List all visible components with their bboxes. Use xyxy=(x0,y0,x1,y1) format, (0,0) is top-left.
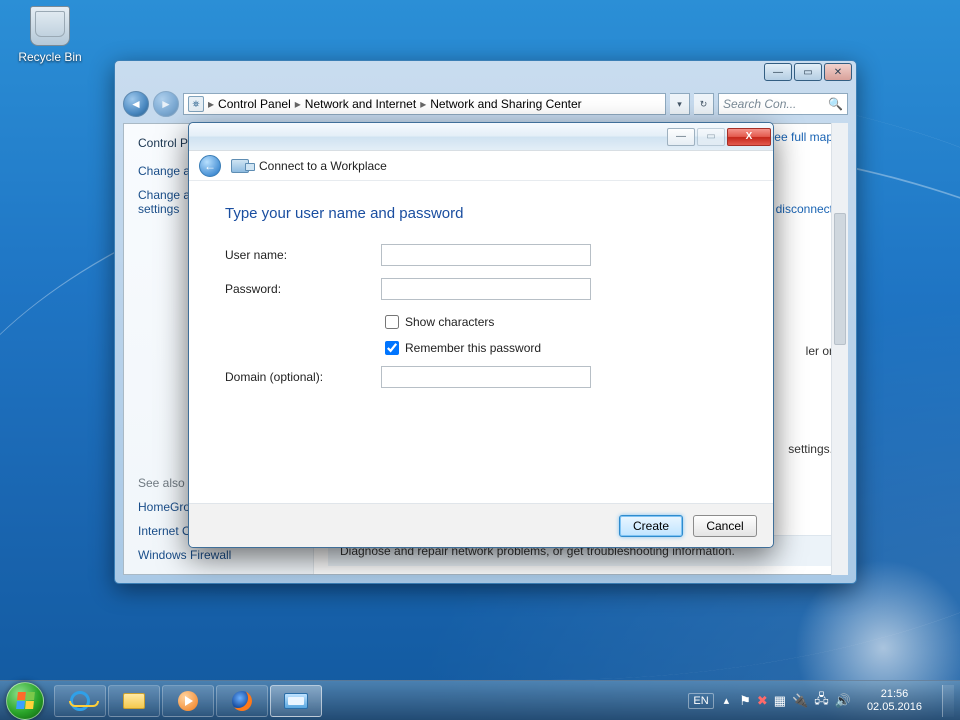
show-characters-checkbox[interactable]: Show characters xyxy=(381,312,737,332)
minimize-button[interactable]: — xyxy=(764,63,792,81)
remember-password-label: Remember this password xyxy=(405,341,541,355)
nav-forward-button[interactable]: ► xyxy=(153,91,179,117)
full-map-link[interactable]: See full map xyxy=(766,130,833,144)
firefox-icon xyxy=(232,691,252,711)
location-icon: ⛯ xyxy=(188,96,204,112)
remember-password-checkbox[interactable]: Remember this password xyxy=(381,338,737,358)
clock[interactable]: 21:56 02.05.2016 xyxy=(861,688,928,714)
search-icon: 🔍 xyxy=(828,97,843,111)
domain-label: Domain (optional): xyxy=(225,370,381,384)
taskbar-media-player[interactable] xyxy=(162,685,214,717)
search-input[interactable]: Search Con... 🔍 xyxy=(718,93,848,115)
power-icon[interactable]: 🔌 xyxy=(792,693,808,709)
desktop: Recycle Bin — ▭ ✕ ◄ ► ⛯ ▸ Control Panel … xyxy=(0,0,960,720)
settings-text: settings. xyxy=(788,442,833,456)
media-player-icon xyxy=(178,691,198,711)
address-bar[interactable]: ⛯ ▸ Control Panel ▸ Network and Internet… xyxy=(183,93,666,115)
clock-time: 21:56 xyxy=(867,688,922,701)
password-input[interactable] xyxy=(381,278,591,300)
create-button[interactable]: Create xyxy=(619,515,683,537)
breadcrumb[interactable]: Network and Sharing Center xyxy=(430,97,581,111)
breadcrumb[interactable]: Network and Internet xyxy=(305,97,416,111)
folder-icon xyxy=(123,693,145,709)
password-label: Password: xyxy=(225,282,381,296)
scrollbar[interactable] xyxy=(831,123,848,575)
show-desktop-button[interactable] xyxy=(942,685,954,717)
show-characters-input[interactable] xyxy=(385,315,399,329)
network-tray-icon[interactable]: 🖧 xyxy=(814,690,829,712)
taskbar-firefox[interactable] xyxy=(216,685,268,717)
recycle-bin[interactable]: Recycle Bin xyxy=(15,6,85,64)
address-dropdown[interactable]: ▾ xyxy=(670,93,690,115)
router-text: ler or xyxy=(806,344,833,358)
remember-password-input[interactable] xyxy=(385,341,399,355)
windows-logo-icon xyxy=(16,692,35,709)
dialog-heading: Type your user name and password xyxy=(225,205,737,222)
close-button[interactable]: ✕ xyxy=(824,63,852,81)
dialog-close-button[interactable]: X xyxy=(727,128,771,146)
update-icon[interactable]: ▦ xyxy=(774,693,786,709)
domain-input[interactable] xyxy=(381,366,591,388)
workplace-icon xyxy=(231,159,249,173)
recycle-bin-label: Recycle Bin xyxy=(15,50,85,64)
language-indicator[interactable]: EN xyxy=(688,693,713,709)
window-titlebar[interactable]: — ▭ ✕ xyxy=(115,61,856,89)
cancel-button[interactable]: Cancel xyxy=(693,515,757,537)
taskbar-ie[interactable] xyxy=(54,685,106,717)
control-panel-icon xyxy=(284,693,308,709)
dialog-minimize-button[interactable]: — xyxy=(667,128,695,146)
username-label: User name: xyxy=(225,248,381,262)
nav-back-button[interactable]: ◄ xyxy=(123,91,149,117)
see-also-link[interactable]: Windows Firewall xyxy=(138,548,299,562)
show-characters-label: Show characters xyxy=(405,315,494,329)
username-input[interactable] xyxy=(381,244,591,266)
connect-workplace-dialog: — ▭ X ← Connect to a Workplace Type your… xyxy=(188,122,774,548)
ie-icon xyxy=(70,691,90,711)
taskbar: EN ▴ ⚑ ✖ ▦ 🔌 🖧 🔊 21:56 02.05.2016 xyxy=(0,680,960,720)
wizard-back-button[interactable]: ← xyxy=(199,155,221,177)
system-tray: EN ▴ ⚑ ✖ ▦ 🔌 🖧 🔊 21:56 02.05.2016 xyxy=(688,685,954,717)
start-button[interactable] xyxy=(6,682,44,720)
volume-icon[interactable]: 🔊 xyxy=(835,693,851,709)
search-placeholder: Search Con... xyxy=(723,97,796,111)
security-icon[interactable]: ✖ xyxy=(757,693,768,709)
clock-date: 02.05.2016 xyxy=(867,701,922,714)
action-center-icon[interactable]: ⚑ xyxy=(739,693,751,709)
taskbar-control-panel[interactable] xyxy=(270,685,322,717)
maximize-button[interactable]: ▭ xyxy=(794,63,822,81)
dialog-titlebar[interactable]: — ▭ X xyxy=(189,123,773,151)
taskbar-explorer[interactable] xyxy=(108,685,160,717)
dialog-title: Connect to a Workplace xyxy=(259,159,387,173)
refresh-button[interactable]: ↻ xyxy=(694,93,714,115)
recycle-bin-icon xyxy=(30,6,70,46)
dialog-maximize-button: ▭ xyxy=(697,128,725,146)
breadcrumb[interactable]: Control Panel xyxy=(218,97,291,111)
tray-chevron-icon[interactable]: ▴ xyxy=(724,694,730,707)
